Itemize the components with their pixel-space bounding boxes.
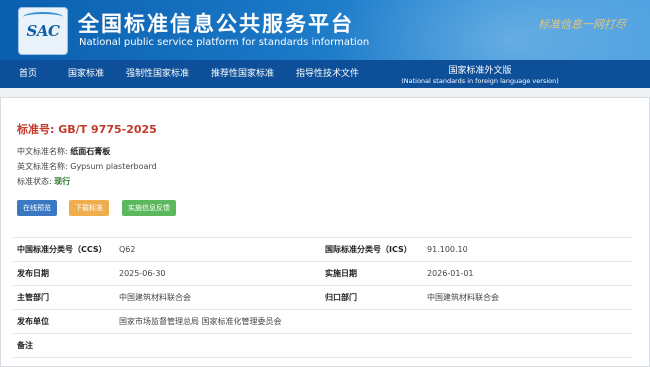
- en-name-label: 英文标准名称:: [17, 162, 68, 171]
- status-label: 标准状态:: [17, 177, 52, 186]
- cn-name-label: 中文标准名称:: [17, 147, 68, 156]
- sac-logo[interactable]: SAC: [18, 7, 68, 55]
- logo-text: SAC: [26, 22, 60, 40]
- publish-date-label: 发布日期: [17, 269, 49, 278]
- feedback-button[interactable]: 实施信息反馈: [122, 200, 176, 216]
- publish-date-value: 2025-06-30: [119, 269, 166, 278]
- main-nav: 首页 国家标准 强制性国家标准 推荐性国家标准 指导性技术文件 国家标准外文版 …: [0, 60, 650, 88]
- table-row: 发布日期 2025-06-30 实施日期 2026-01-01: [13, 261, 633, 285]
- table-row: 主管部门 中国建筑材料联合会 归口部门 中国建筑材料联合会: [13, 285, 633, 309]
- cn-name-value: 纸面石膏板: [70, 147, 111, 156]
- effective-date-value: 2026-01-01: [427, 269, 474, 278]
- nav-guiding-documents[interactable]: 指导性技术文件: [296, 60, 359, 88]
- remarks-label: 备注: [17, 341, 33, 350]
- standard-details-table: 中国标准分类号（CCS） Q62 国际标准分类号（ICS） 91.100.10 …: [13, 237, 633, 358]
- standard-detail-panel: 标准号: GB/T 9775-2025 中文标准名称: 纸面石膏板 英文标准名称…: [0, 97, 650, 367]
- ccs-label: 中国标准分类号（CCS）: [17, 245, 107, 254]
- ics-label: 国际标准分类号（ICS）: [325, 245, 412, 254]
- table-row: 发布单位 国家市场监督管理总局 国家标准化管理委员会: [13, 309, 633, 333]
- ccs-value: Q62: [119, 245, 136, 254]
- standard-number: 标准号: GB/T 9775-2025: [17, 121, 157, 137]
- en-name-line: 英文标准名称: Gypsum plasterboard: [17, 161, 157, 172]
- nav-foreign-sub: (National standards in foreign language …: [401, 77, 559, 85]
- ics-value: 91.100.10: [427, 245, 468, 254]
- table-row: 中国标准分类号（CCS） Q62 国际标准分类号（ICS） 91.100.10: [13, 237, 633, 261]
- header-slogan: 标准信息一网打尽: [538, 18, 626, 31]
- site-header: SAC 全国标准信息公共服务平台 National public service…: [0, 0, 650, 60]
- status-badge: 现行: [54, 177, 71, 186]
- standard-number-label: 标准号:: [17, 123, 55, 136]
- issuing-unit-label: 发布单位: [17, 317, 49, 326]
- nav-recommended-standards[interactable]: 推荐性国家标准: [211, 60, 274, 88]
- site-title: 全国标准信息公共服务平台: [78, 12, 354, 36]
- en-name-value: Gypsum plasterboard: [70, 162, 157, 171]
- download-standard-button[interactable]: 下载标准: [69, 200, 109, 216]
- online-preview-button[interactable]: 在线预览: [17, 200, 57, 216]
- status-line: 标准状态: 现行: [17, 176, 70, 187]
- nav-foreign-label: 国家标准外文版: [448, 66, 512, 76]
- nav-foreign-language-standards[interactable]: 国家标准外文版 (National standards in foreign l…: [380, 60, 580, 88]
- technical-dept-value: 中国建筑材料联合会: [427, 293, 499, 302]
- issuing-unit-value: 国家市场监督管理总局 国家标准化管理委员会: [119, 317, 282, 326]
- nav-home[interactable]: 首页: [19, 60, 37, 88]
- standard-number-value: GB/T 9775-2025: [58, 123, 157, 136]
- site-subtitle: National public service platform for sta…: [79, 37, 370, 48]
- competent-dept-label: 主管部门: [17, 293, 49, 302]
- nav-mandatory-standards[interactable]: 强制性国家标准: [126, 60, 189, 88]
- table-row: 备注: [13, 333, 633, 358]
- cn-name-line: 中文标准名称: 纸面石膏板: [17, 146, 110, 157]
- logo-swoosh-icon: [23, 12, 63, 22]
- effective-date-label: 实施日期: [325, 269, 357, 278]
- technical-dept-label: 归口部门: [325, 293, 357, 302]
- competent-dept-value: 中国建筑材料联合会: [119, 293, 191, 302]
- nav-national-standards[interactable]: 国家标准: [68, 60, 104, 88]
